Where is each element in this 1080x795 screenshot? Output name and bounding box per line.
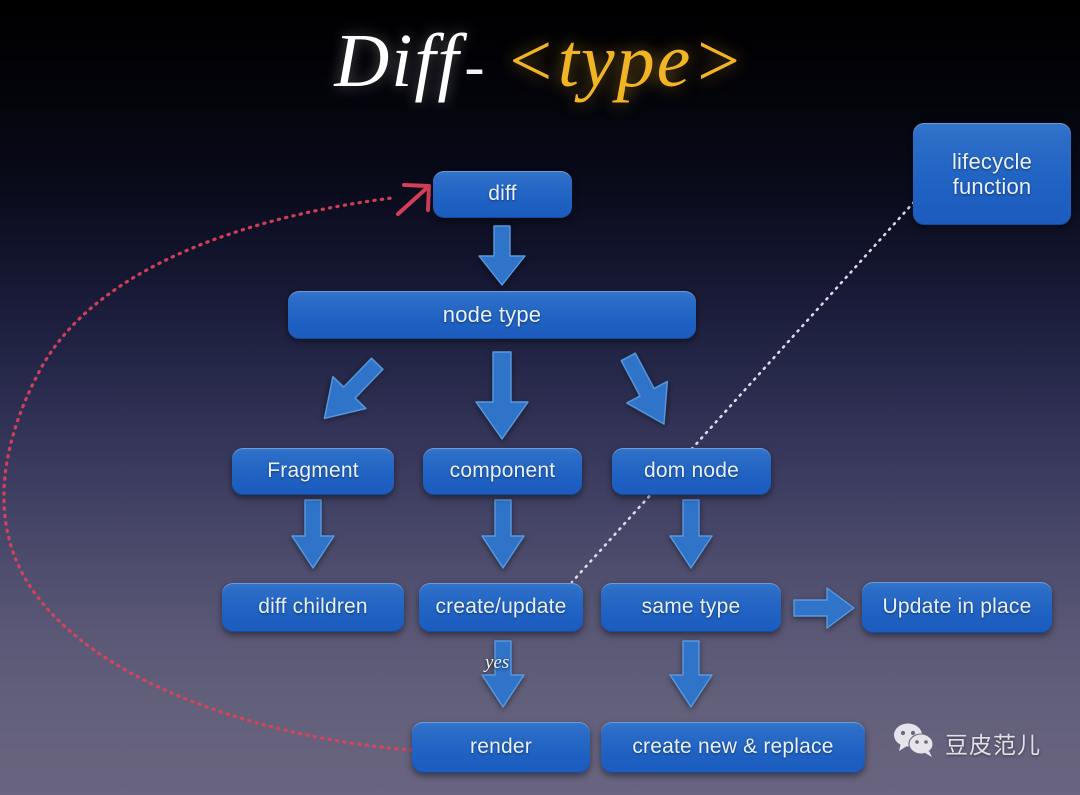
node-create-update[interactable]: create/update — [419, 583, 583, 632]
page-title: Diff- <type> — [0, 18, 1080, 105]
node-diff-children[interactable]: diff children — [222, 583, 404, 632]
watermark: 豆皮范儿 — [893, 722, 1041, 763]
arrow-same-type-to-update-in-place — [793, 586, 856, 630]
node-update-in-place[interactable]: Update in place — [862, 582, 1052, 633]
arrow-dom-node-to-same-type — [666, 499, 716, 572]
arrow-fragment-to-diff-children — [288, 499, 338, 572]
node-node-type[interactable]: node type — [288, 291, 696, 339]
watermark-text: 豆皮范儿 — [945, 732, 1041, 759]
title-dash: - — [464, 33, 487, 99]
node-create-new-replace[interactable]: create new & replace — [601, 722, 865, 773]
arrow-same-type-to-create-new-replace — [666, 640, 716, 711]
node-fragment[interactable]: Fragment — [232, 448, 394, 495]
wechat-icon — [893, 722, 935, 763]
node-component[interactable]: component — [423, 448, 582, 495]
lifecycle-dotted-connector — [570, 200, 916, 584]
arrow-node-type-to-dom-node — [600, 346, 696, 442]
node-same-type[interactable]: same type — [601, 583, 781, 632]
title-type: <type> — [504, 19, 746, 103]
edge-label-yes: yes — [485, 652, 510, 673]
arrow-node-type-to-fragment — [300, 346, 396, 442]
red-arrowhead-icon — [396, 183, 431, 216]
arrow-component-to-create-update — [478, 499, 528, 572]
node-dom-node[interactable]: dom node — [612, 448, 771, 495]
lifecycle-line-2: function — [952, 174, 1032, 199]
node-lifecycle-function[interactable]: lifecycle function — [913, 123, 1071, 225]
title-main: Diff — [334, 19, 461, 103]
slide-canvas: Diff- <type> yes diff node type Fragment… — [0, 0, 1080, 795]
connector-layer — [2, 183, 916, 752]
arrow-diff-to-node-type — [474, 225, 530, 290]
lifecycle-line-1: lifecycle — [951, 148, 1033, 174]
arrow-node-type-to-component — [472, 351, 532, 444]
node-render[interactable]: render — [412, 722, 590, 773]
node-diff[interactable]: diff — [433, 171, 572, 218]
